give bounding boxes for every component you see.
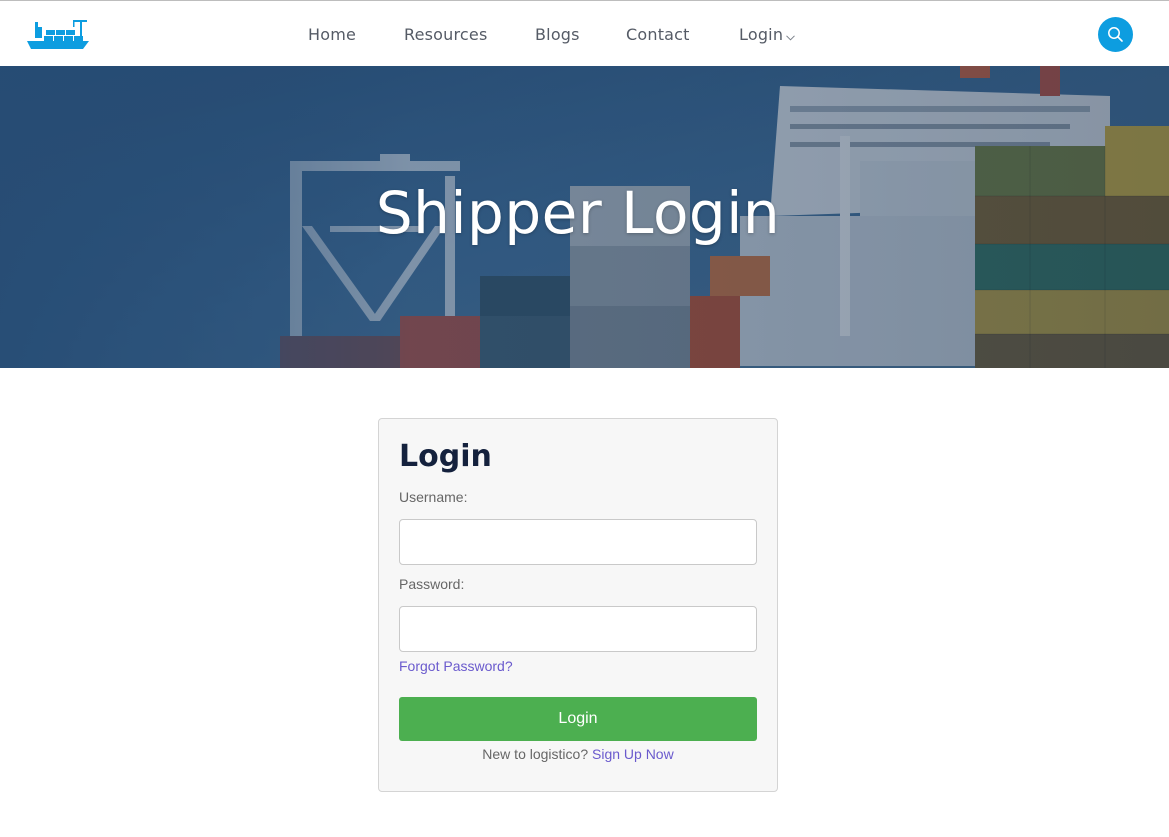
nav-home[interactable]: Home bbox=[308, 25, 356, 44]
nav-resources[interactable]: Resources bbox=[404, 25, 488, 44]
navbar: Home Resources Blogs Contact Login bbox=[0, 3, 1169, 66]
sign-up-link[interactable]: Sign Up Now bbox=[592, 746, 674, 762]
search-button[interactable] bbox=[1098, 17, 1133, 52]
chevron-down-icon bbox=[786, 26, 796, 45]
login-card: Login Username: Password: Forgot Passwor… bbox=[378, 418, 778, 792]
login-button[interactable]: Login bbox=[399, 697, 757, 741]
nav-login-dropdown[interactable]: Login bbox=[739, 25, 796, 45]
ship-logo-icon[interactable] bbox=[26, 17, 90, 51]
page-title: Shipper Login bbox=[375, 179, 781, 247]
password-field[interactable] bbox=[399, 606, 757, 652]
nav-contact[interactable]: Contact bbox=[626, 25, 690, 44]
signup-prompt: New to logistico? Sign Up Now bbox=[379, 746, 777, 762]
hero-banner: Shipper Login bbox=[0, 66, 1169, 368]
login-form-title: Login bbox=[399, 439, 492, 474]
username-label: Username: bbox=[399, 489, 468, 505]
nav-login-label: Login bbox=[739, 25, 784, 44]
password-label: Password: bbox=[399, 576, 465, 592]
signup-prompt-text: New to logistico? bbox=[482, 746, 589, 762]
username-field[interactable] bbox=[399, 519, 757, 565]
forgot-password-link[interactable]: Forgot Password? bbox=[399, 658, 513, 674]
nav-blogs[interactable]: Blogs bbox=[535, 25, 580, 44]
